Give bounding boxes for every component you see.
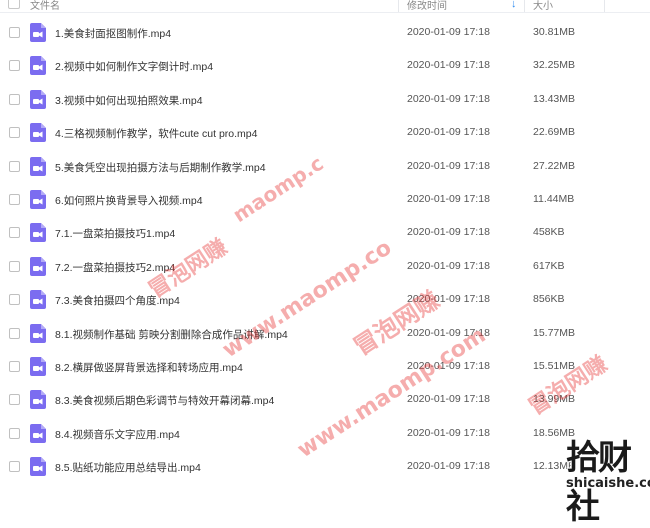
file-row[interactable]: 3.视频中如何出现拍照效果.mp4 2020-01-09 17:18 13.43…: [0, 83, 650, 116]
video-file-icon: [30, 223, 46, 243]
column-divider[interactable]: [398, 0, 399, 12]
file-modified: 2020-01-09 17:18: [407, 226, 490, 239]
video-file-icon: [30, 256, 46, 276]
file-row[interactable]: 7.1.一盘菜拍摄技巧1.mp4 2020-01-09 17:18 458KB: [0, 216, 650, 249]
column-divider[interactable]: [524, 0, 525, 12]
file-name[interactable]: 8.2.横屏做竖屏背景选择和转场应用.mp4: [55, 360, 243, 375]
file-size: 32.25MB: [533, 59, 576, 72]
row-checkbox[interactable]: [9, 93, 20, 105]
file-row[interactable]: 8.2.横屏做竖屏背景选择和转场应用.mp4 2020-01-09 17:18 …: [0, 350, 650, 383]
file-name[interactable]: 2.视频中如何制作文字倒计时.mp4: [55, 59, 213, 74]
file-size: 15.77MB: [533, 326, 576, 339]
file-modified: 2020-01-09 17:18: [407, 193, 490, 205]
file-modified: 2020-01-09 17:18: [407, 92, 490, 105]
column-modified-header[interactable]: 修改时间: [407, 0, 447, 12]
video-file-icon: [30, 457, 46, 477]
row-checkbox[interactable]: [9, 227, 20, 239]
file-name[interactable]: 7.2.一盘菜拍摄技巧2.mp4: [55, 260, 175, 275]
file-modified: 2020-01-09 17:18: [407, 326, 490, 339]
file-size: 18.56MB: [533, 426, 576, 439]
video-file-icon: [30, 123, 46, 143]
file-modified: 2020-01-09 17:18: [407, 59, 490, 72]
file-modified: 2020-01-09 17:18: [407, 460, 490, 473]
file-modified: 2020-01-09 17:18: [407, 259, 490, 272]
row-checkbox[interactable]: [9, 260, 20, 272]
file-row[interactable]: 7.2.一盘菜拍摄技巧2.mp4 2020-01-09 17:18 617KB: [0, 250, 650, 283]
file-name[interactable]: 5.美食凭空出现拍摄方法与后期制作教学.mp4: [55, 160, 266, 175]
file-row[interactable]: 7.3.美食拍摄四个角度.mp4 2020-01-09 17:18 856KB: [0, 283, 650, 316]
row-checkbox[interactable]: [9, 127, 20, 139]
row-checkbox[interactable]: [9, 27, 20, 38]
file-row[interactable]: 8.1.视频制作基础 剪映分割删除合成作品讲解.mp4 2020-01-09 1…: [0, 317, 650, 350]
file-size: 617KB: [533, 259, 565, 272]
file-list-header: 文件名 修改时间 ↓ 大小: [0, 0, 650, 13]
file-size: 30.81MB: [533, 26, 576, 38]
row-checkbox[interactable]: [9, 194, 20, 205]
column-size-header[interactable]: 大小: [533, 0, 553, 12]
file-row[interactable]: 2.视频中如何制作文字倒计时.mp4 2020-01-09 17:18 32.2…: [0, 49, 650, 82]
file-size: 458KB: [533, 226, 565, 239]
file-size: 27.22MB: [533, 159, 576, 172]
video-file-icon: [30, 23, 46, 42]
file-modified: 2020-01-09 17:18: [407, 360, 490, 372]
row-checkbox[interactable]: [9, 160, 20, 172]
file-modified: 2020-01-09 17:18: [407, 393, 490, 406]
file-name[interactable]: 4.三格视频制作教学，软件cute cut pro.mp4: [55, 126, 257, 141]
file-name[interactable]: 8.5.贴纸功能应用总结导出.mp4: [55, 460, 201, 475]
file-modified: 2020-01-09 17:18: [407, 26, 490, 38]
video-file-icon: [30, 323, 46, 343]
file-name[interactable]: 8.3.美食视频后期色彩调节与特效开幕闭幕.mp4: [55, 393, 274, 408]
video-file-icon: [30, 357, 46, 376]
file-modified: 2020-01-09 17:18: [407, 293, 490, 306]
column-divider[interactable]: [604, 0, 605, 12]
column-name-header[interactable]: 文件名: [30, 0, 60, 12]
file-row[interactable]: 6.如何照片换背景导入视频.mp4 2020-01-09 17:18 11.44…: [0, 183, 650, 216]
video-file-icon: [30, 156, 46, 176]
file-size: 13.43MB: [533, 92, 576, 105]
row-checkbox[interactable]: [9, 294, 20, 306]
file-row[interactable]: 5.美食凭空出现拍摄方法与后期制作教学.mp4 2020-01-09 17:18…: [0, 150, 650, 183]
file-size: 856KB: [533, 293, 565, 306]
video-file-icon: [30, 89, 46, 109]
file-row[interactable]: 1.美食封面抠图制作.mp4 2020-01-09 17:18 30.81MB: [0, 16, 650, 49]
file-size: 13.99MB: [533, 393, 576, 406]
video-file-icon: [30, 56, 46, 76]
file-name[interactable]: 3.视频中如何出现拍照效果.mp4: [55, 93, 203, 108]
file-size: 11.44MB: [533, 193, 575, 205]
file-name[interactable]: 6.如何照片换背景导入视频.mp4: [55, 193, 203, 208]
row-checkbox[interactable]: [9, 427, 20, 439]
video-file-icon: [30, 423, 46, 443]
file-name[interactable]: 8.1.视频制作基础 剪映分割删除合成作品讲解.mp4: [55, 327, 288, 342]
file-name[interactable]: 8.4.视频音乐文字应用.mp4: [55, 427, 180, 442]
file-row[interactable]: 4.三格视频制作教学，软件cute cut pro.mp4 2020-01-09…: [0, 116, 650, 149]
row-checkbox[interactable]: [9, 394, 20, 406]
video-file-icon: [30, 290, 46, 310]
video-file-icon: [30, 390, 46, 410]
file-name[interactable]: 7.3.美食拍摄四个角度.mp4: [55, 293, 180, 308]
file-size: 15.51MB: [533, 360, 576, 372]
file-name[interactable]: 1.美食封面抠图制作.mp4: [55, 26, 171, 41]
file-row[interactable]: 8.3.美食视频后期色彩调节与特效开幕闭幕.mp4 2020-01-09 17:…: [0, 383, 650, 416]
file-modified: 2020-01-09 17:18: [407, 426, 490, 439]
row-checkbox[interactable]: [9, 461, 20, 473]
file-size: 22.69MB: [533, 126, 576, 139]
file-size: 12.13MB: [533, 460, 576, 473]
select-all-checkbox[interactable]: [8, 0, 20, 9]
file-name[interactable]: 7.1.一盘菜拍摄技巧1.mp4: [55, 226, 175, 241]
file-row[interactable]: 8.4.视频音乐文字应用.mp4 2020-01-09 17:18 18.56M…: [0, 417, 650, 450]
row-checkbox[interactable]: [9, 60, 20, 72]
arrow-down-icon[interactable]: ↓: [511, 0, 517, 10]
row-checkbox[interactable]: [9, 361, 20, 372]
file-modified: 2020-01-09 17:18: [407, 126, 490, 139]
file-modified: 2020-01-09 17:18: [407, 159, 490, 172]
row-checkbox[interactable]: [9, 327, 20, 339]
file-row[interactable]: 8.5.贴纸功能应用总结导出.mp4 2020-01-09 17:18 12.1…: [0, 450, 650, 483]
video-file-icon: [30, 190, 46, 209]
